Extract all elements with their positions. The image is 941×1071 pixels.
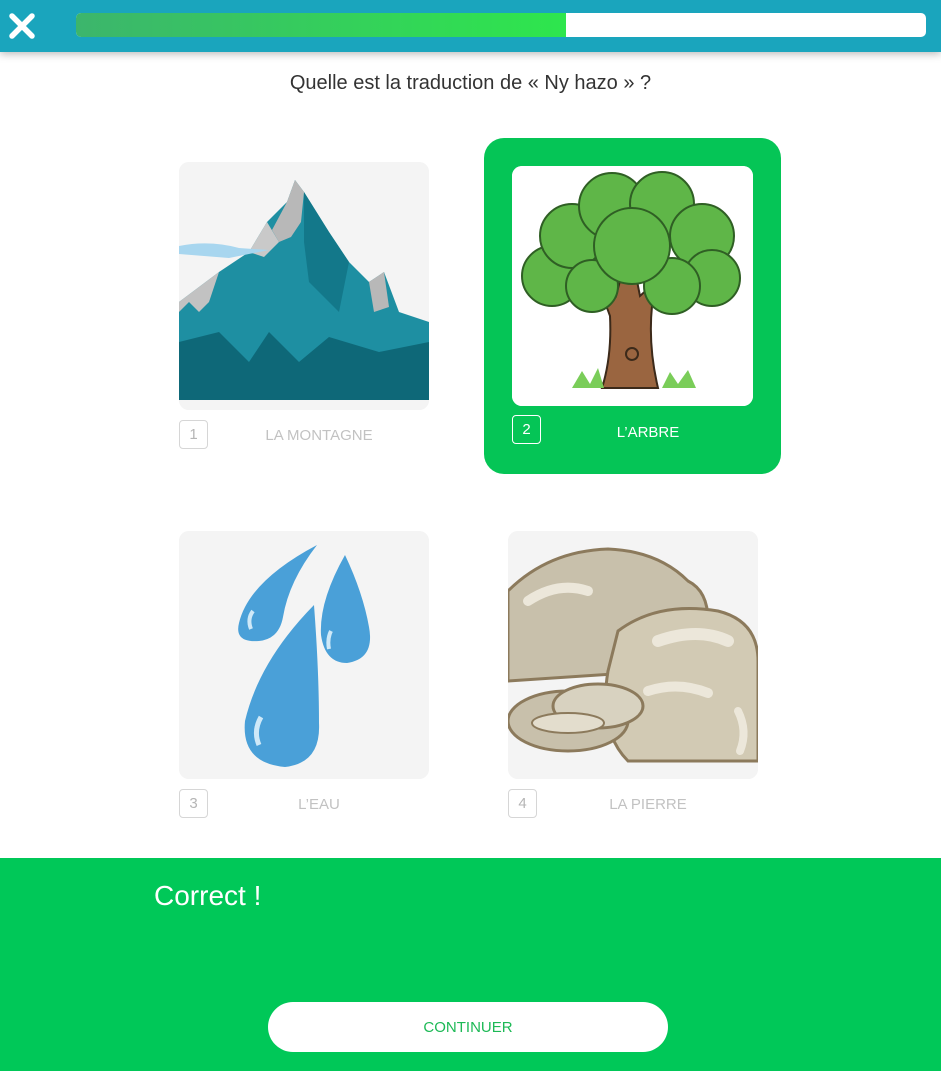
option-number: 4 xyxy=(508,789,537,818)
close-icon[interactable] xyxy=(7,11,37,41)
tree-image xyxy=(512,166,753,406)
option-label: L’ARBRE xyxy=(616,424,680,441)
option-card-3[interactable]: 3 L’EAU xyxy=(179,531,429,831)
mountain-image xyxy=(179,162,429,410)
question-text: Quelle est la traduction de « Ny hazo » … xyxy=(289,72,652,94)
option-number: 2 xyxy=(512,415,541,444)
option-card-2[interactable]: 2 L’ARBRE xyxy=(484,138,781,474)
top-bar xyxy=(0,0,941,52)
continue-button[interactable]: CONTINUER xyxy=(268,1002,668,1052)
option-label: LA PIERRE xyxy=(609,796,687,813)
progress-fill xyxy=(76,13,567,37)
option-number: 1 xyxy=(179,420,208,449)
option-number: 3 xyxy=(179,789,208,818)
stone-image xyxy=(508,531,758,779)
option-label: LA MONTAGNE xyxy=(265,427,373,444)
option-card-4[interactable]: 4 LA PIERRE xyxy=(508,531,758,831)
option-card-1[interactable]: 1 LA MONTAGNE xyxy=(179,162,429,462)
option-label: L’EAU xyxy=(298,796,340,813)
feedback-title: Correct ! xyxy=(154,880,262,911)
water-drops-image xyxy=(179,531,429,779)
progress-bar xyxy=(76,13,926,37)
